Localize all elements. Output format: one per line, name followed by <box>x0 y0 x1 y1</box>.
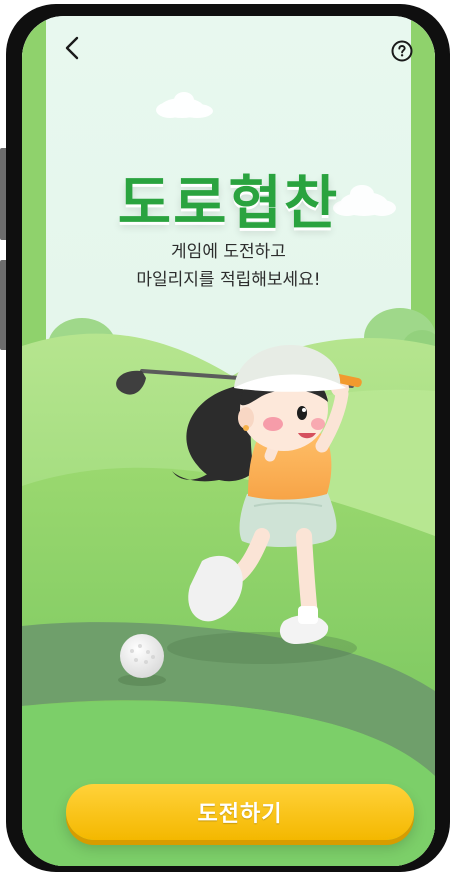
page-subtitle: 게임에 도전하고 마일리지를 적립해보세요! <box>22 238 435 294</box>
golf-illustration <box>22 16 435 866</box>
help-button[interactable] <box>391 40 413 62</box>
challenge-button[interactable]: 도전하기 <box>66 784 414 840</box>
device-frame: 도로협찬 게임에 도전하고 마일리지를 적립해보세요! 도전하기 <box>6 4 450 872</box>
chevron-left-icon <box>65 36 79 60</box>
back-button[interactable] <box>58 34 86 62</box>
subtitle-line-1: 게임에 도전하고 <box>171 242 286 262</box>
subtitle-line-2: 마일리지를 적립해보세요! <box>136 270 321 290</box>
page-title: 도로협찬 <box>117 169 340 237</box>
question-circle-icon <box>391 40 413 62</box>
app-screen: 도로협찬 게임에 도전하고 마일리지를 적립해보세요! 도전하기 <box>22 16 435 866</box>
